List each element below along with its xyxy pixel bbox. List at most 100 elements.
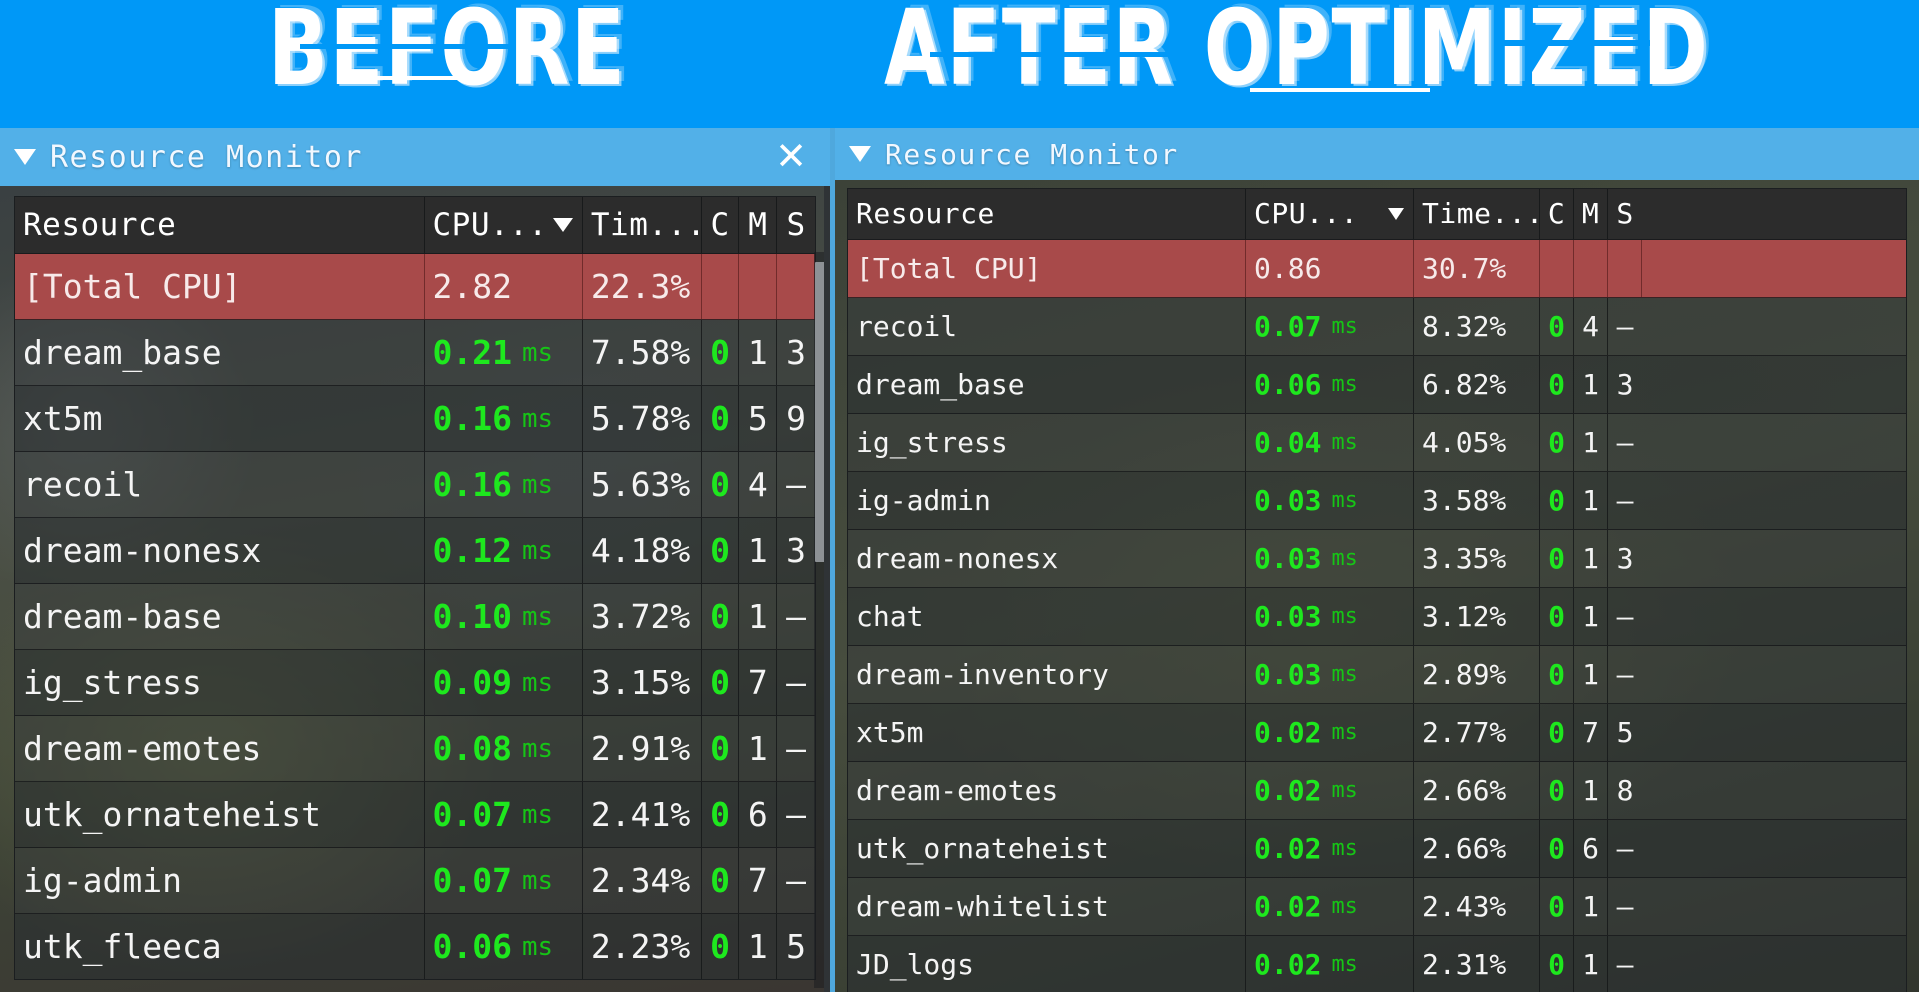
- cell-s: —: [1616, 890, 1634, 923]
- cell-s: —: [1616, 832, 1634, 865]
- cell-resource: recoil: [15, 452, 425, 517]
- glitch-artifact: [1500, 40, 1650, 46]
- table-row[interactable]: xt5m 0.02 ms 2.77% 0 7 5: [848, 704, 1906, 762]
- column-header-cpu-label: CPU...: [1254, 197, 1359, 230]
- cpu-unit: ms: [521, 931, 553, 962]
- glitch-artifact: [300, 44, 510, 49]
- table-row[interactable]: dream_base 0.21 ms 7.58% 0 1 3: [15, 320, 815, 386]
- cell-m: 1: [1574, 762, 1608, 819]
- table-row[interactable]: ig_stress 0.04 ms 4.05% 0 1—: [848, 414, 1906, 472]
- cell-m: 1: [739, 320, 778, 385]
- column-header-resource[interactable]: Resource: [848, 189, 1246, 239]
- table-row[interactable]: ig-admin 0.03 ms 3.58% 0 1—: [848, 472, 1906, 530]
- panel-body-after: Resource CPU... Time... C M S [Total CPU…: [835, 180, 1919, 992]
- cell-m: 1: [1574, 356, 1608, 413]
- cell-c: 0: [702, 716, 740, 781]
- cpu-unit: ms: [1331, 314, 1358, 339]
- cpu-value: 0.21: [432, 333, 512, 372]
- cell-c: 0: [702, 452, 740, 517]
- cell-resource: dream-emotes: [848, 762, 1246, 819]
- table-row[interactable]: dream-base 0.10 ms 3.72% 0 1—: [15, 584, 815, 650]
- cell-c: 0: [1540, 298, 1574, 355]
- cell-resource: xt5m: [848, 704, 1246, 761]
- cell-time: 2.31%: [1414, 936, 1540, 992]
- cell-resource: dream-nonesx: [15, 518, 425, 583]
- cell-s: 3: [786, 531, 807, 570]
- table-row[interactable]: dream-inventory 0.03 ms 2.89% 0 1—: [848, 646, 1906, 704]
- table-row[interactable]: dream-emotes 0.02 ms 2.66% 0 1 8: [848, 762, 1906, 820]
- cell-s: —: [786, 861, 807, 900]
- table-row[interactable]: dream-nonesx 0.03 ms 3.35% 0 1 3: [848, 530, 1906, 588]
- column-header-s[interactable]: S: [1608, 189, 1642, 239]
- table-row[interactable]: utk_ornateheist 0.07 ms 2.41% 0 6—: [15, 782, 815, 848]
- table-row[interactable]: utk_fleeca 0.06 ms 2.23% 0 1 5: [15, 914, 815, 979]
- glitch-artifact: [1250, 88, 1430, 92]
- triangle-down-icon[interactable]: [849, 146, 871, 162]
- table-row[interactable]: JD_logs 0.02 ms 2.31% 0 1—: [848, 936, 1906, 992]
- cell-cpu: 0.03 ms: [1246, 588, 1414, 645]
- cell-time: 5.63%: [583, 452, 702, 517]
- cell-s: —: [786, 465, 807, 504]
- table-row[interactable]: dream-emotes 0.08 ms 2.91% 0 1—: [15, 716, 815, 782]
- column-header-cpu[interactable]: CPU...: [1246, 189, 1414, 239]
- cpu-unit: ms: [521, 601, 553, 632]
- table-row-total[interactable]: [Total CPU] 2.82 22.3%: [15, 254, 815, 320]
- screenshot-root: BEFORE AFTER OPTIMIZED Resource Monitor …: [0, 0, 1919, 992]
- column-header-c[interactable]: C: [702, 197, 740, 253]
- column-header-cpu[interactable]: CPU...: [425, 197, 583, 253]
- cell-time: 2.43%: [1414, 878, 1540, 935]
- table-row[interactable]: recoil 0.07 ms 8.32% 0 4—: [848, 298, 1906, 356]
- table-row[interactable]: dream-nonesx 0.12 ms 4.18% 0 1 3: [15, 518, 815, 584]
- sort-descending-icon: [1388, 208, 1404, 220]
- cell-c: 0: [1540, 820, 1574, 877]
- cell-m: 6: [739, 782, 778, 847]
- cpu-unit: ms: [1331, 836, 1358, 861]
- column-header-s[interactable]: S: [777, 197, 815, 253]
- cell-c: 0: [702, 518, 740, 583]
- cell-resource: ig-admin: [15, 848, 425, 913]
- table-row[interactable]: dream-whitelist 0.02 ms 2.43% 0 1—: [848, 878, 1906, 936]
- cell-s: [1608, 240, 1642, 297]
- cell-time: 30.7%: [1414, 240, 1540, 297]
- cell-cpu: 0.12 ms: [425, 518, 583, 583]
- client-count: 0: [710, 663, 731, 702]
- cell-s: 3: [786, 333, 807, 372]
- resource-monitor-after-window: Resource Monitor Resource CPU... Time...…: [835, 128, 1919, 992]
- cell-cpu: 0.21 ms: [425, 320, 583, 385]
- cell-time: 22.3%: [583, 254, 702, 319]
- table-row[interactable]: xt5m 0.16 ms 5.78% 0 5 9: [15, 386, 815, 452]
- column-header-c[interactable]: C: [1540, 189, 1574, 239]
- close-icon[interactable]: ✕: [774, 137, 808, 175]
- cell-time: 2.41%: [583, 782, 702, 847]
- titlebar-before[interactable]: Resource Monitor ✕: [0, 128, 830, 186]
- cell-c: 0: [1540, 646, 1574, 703]
- cell-m: 7: [1574, 704, 1608, 761]
- cell-c: 0: [1540, 472, 1574, 529]
- triangle-down-icon[interactable]: [14, 149, 36, 165]
- cell-time: 4.05%: [1414, 414, 1540, 471]
- cpu-unit: ms: [521, 337, 553, 368]
- table-row[interactable]: utk_ornateheist 0.02 ms 2.66% 0 6—: [848, 820, 1906, 878]
- cell-resource: dream_base: [15, 320, 425, 385]
- column-header-m[interactable]: M: [1574, 189, 1608, 239]
- table-row[interactable]: dream_base 0.06 ms 6.82% 0 1 3: [848, 356, 1906, 414]
- cpu-value: 0.07: [1254, 310, 1322, 343]
- client-count: 0: [710, 597, 731, 636]
- column-header-time[interactable]: Time...: [1414, 189, 1540, 239]
- client-count: 0: [710, 399, 731, 438]
- client-count: 0: [710, 465, 731, 504]
- column-header-m[interactable]: M: [739, 197, 778, 253]
- table-row-total[interactable]: [Total CPU] 0.86 30.7%: [848, 240, 1906, 298]
- cpu-value: 0.02: [1254, 774, 1322, 807]
- cell-c: [702, 254, 740, 319]
- cell-resource: JD_logs: [848, 936, 1246, 992]
- column-header-time[interactable]: Tim...: [583, 197, 702, 253]
- table-row[interactable]: chat 0.03 ms 3.12% 0 1—: [848, 588, 1906, 646]
- table-row[interactable]: ig-admin 0.07 ms 2.34% 0 7—: [15, 848, 815, 914]
- cell-m: 1: [1574, 588, 1608, 645]
- column-header-resource[interactable]: Resource: [15, 197, 425, 253]
- client-count: 0: [710, 795, 731, 834]
- table-row[interactable]: recoil 0.16 ms 5.63% 0 4—: [15, 452, 815, 518]
- table-row[interactable]: ig_stress 0.09 ms 3.15% 0 7—: [15, 650, 815, 716]
- titlebar-after[interactable]: Resource Monitor: [835, 128, 1919, 180]
